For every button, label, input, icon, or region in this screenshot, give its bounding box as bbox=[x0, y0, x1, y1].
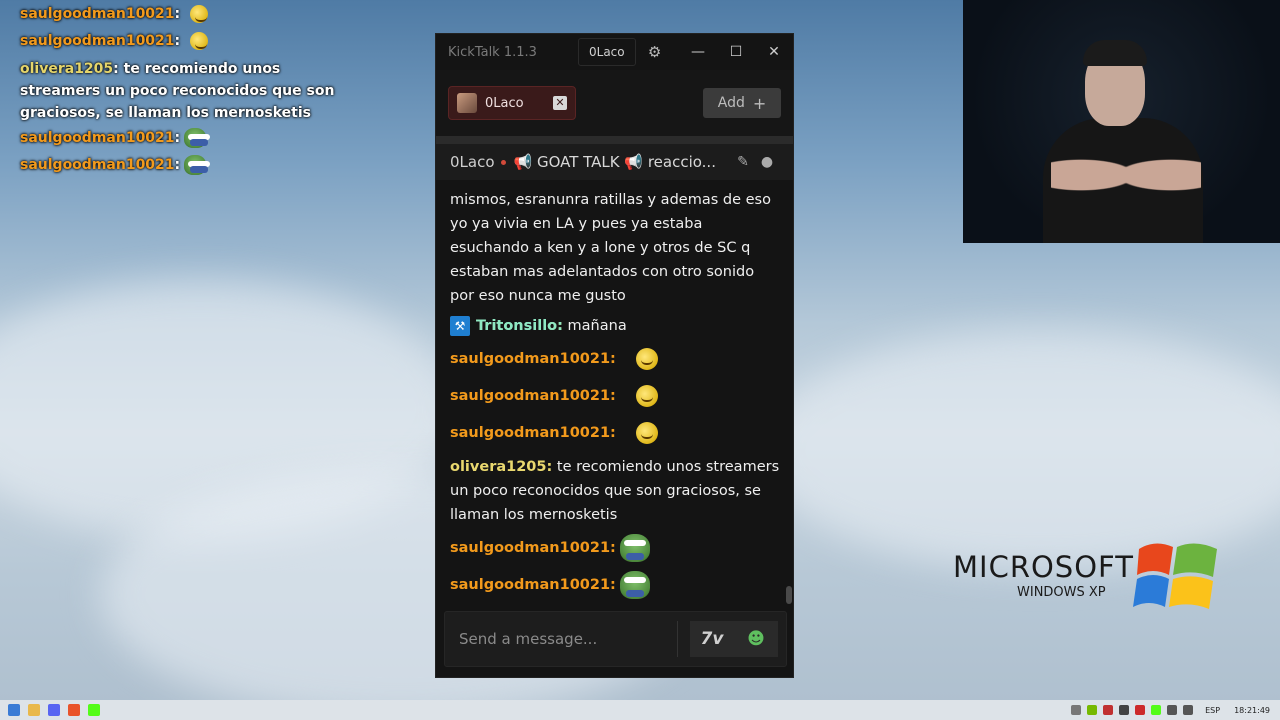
streamer-hair bbox=[1083, 40, 1147, 66]
logo-line-2: WINDOWS XP bbox=[1017, 585, 1106, 600]
message-input-bar: 7v ☻ bbox=[444, 611, 787, 667]
scrollbar-thumb[interactable] bbox=[786, 586, 792, 604]
webcam-feed bbox=[963, 0, 1280, 243]
taskbar: ESP 18:21:49 bbox=[0, 700, 1280, 720]
current-user-button[interactable]: 0Laco bbox=[578, 38, 636, 66]
overlay-chat-line: olivera1205: te recomiendo unos streamer… bbox=[20, 61, 335, 121]
tray-app-icon[interactable] bbox=[1071, 705, 1082, 715]
add-label: Add bbox=[717, 95, 745, 111]
pin-icon[interactable]: ✎ bbox=[731, 154, 755, 170]
tray-app-icon[interactable] bbox=[1151, 705, 1162, 715]
tab-label: 0Laco bbox=[485, 95, 524, 111]
network-icon[interactable] bbox=[1167, 705, 1178, 715]
yellow-smiley-emote bbox=[190, 31, 209, 50]
tray-app-icon[interactable] bbox=[1135, 705, 1146, 715]
chat-message: saulgoodman10021: bbox=[450, 343, 781, 375]
message-username[interactable]: olivera1205: bbox=[450, 459, 552, 475]
pepe-emote bbox=[619, 571, 650, 599]
gear-icon[interactable]: ⚙ bbox=[640, 43, 670, 61]
chat-message: olivera1205: te recomiendo unos streamer… bbox=[450, 455, 781, 527]
seventv-emotes-button[interactable]: 7v bbox=[690, 621, 734, 657]
overlay-username: saulgoodman10021 bbox=[20, 5, 175, 22]
message-text: mañana bbox=[567, 318, 627, 334]
divider bbox=[677, 621, 678, 657]
overlay-username: saulgoodman10021 bbox=[20, 129, 175, 146]
current-user-label: 0Laco bbox=[589, 45, 625, 59]
message-continuation: mismos, esranunra ratillas y ademas de e… bbox=[450, 192, 771, 304]
overlay-chat-line: saulgoodman10021: bbox=[20, 124, 340, 151]
discord-icon[interactable] bbox=[48, 704, 60, 716]
overlay-chat-line: saulgoodman10021: bbox=[20, 27, 340, 54]
chat-message: saulgoodman10021: bbox=[450, 569, 781, 601]
overlay-username: saulgoodman10021 bbox=[20, 32, 175, 49]
title-bar[interactable]: KickTalk 1.1.3 0Laco ⚙ — ☐ ✕ bbox=[436, 34, 793, 70]
pepe-emote bbox=[184, 127, 211, 148]
channel-tabs: 0Laco ✕ Add + bbox=[436, 70, 793, 136]
close-button[interactable]: ✕ bbox=[755, 44, 793, 60]
chat-message: saulgoodman10021: bbox=[450, 532, 781, 564]
yellow-smiley-emote bbox=[635, 348, 658, 370]
stream-title: 📢 GOAT TALK 📢 reaccio... bbox=[513, 153, 716, 171]
channel-name: 0Laco bbox=[450, 153, 495, 171]
file-explorer-icon[interactable] bbox=[28, 704, 40, 716]
message-username[interactable]: saulgoodman10021: bbox=[450, 421, 616, 445]
pepe-emote bbox=[184, 154, 211, 175]
chat-message: ⚒ Tritonsillo: mañana bbox=[450, 314, 781, 338]
brave-browser-icon[interactable] bbox=[68, 704, 80, 716]
chat-messages[interactable]: mismos, esranunra ratillas y ademas de e… bbox=[436, 187, 795, 605]
avatar bbox=[457, 93, 477, 113]
emote-picker-icon[interactable]: ☻ bbox=[734, 621, 778, 657]
maximize-button[interactable]: ☐ bbox=[717, 44, 755, 60]
divider bbox=[436, 136, 793, 144]
plus-icon: + bbox=[752, 93, 767, 113]
pepe-emote bbox=[619, 534, 650, 562]
language-indicator[interactable]: ESP bbox=[1205, 706, 1220, 715]
message-input[interactable] bbox=[445, 612, 677, 666]
yellow-smiley-emote bbox=[190, 4, 209, 23]
message-username[interactable]: saulgoodman10021: bbox=[450, 573, 616, 597]
overlay-username: saulgoodman10021 bbox=[20, 156, 175, 173]
add-channel-button[interactable]: Add + bbox=[703, 88, 781, 118]
yellow-smiley-emote bbox=[635, 422, 658, 444]
channel-header: 0Laco 📢 GOAT TALK 📢 reaccio... ✎ ● bbox=[436, 144, 793, 180]
logo-line-1: MICROSOFT bbox=[953, 550, 1134, 584]
tab-0laco[interactable]: 0Laco ✕ bbox=[448, 86, 576, 120]
overlay-chat-line: saulgoodman10021: bbox=[20, 151, 340, 178]
minimize-button[interactable]: — bbox=[679, 44, 717, 60]
overlay-username: olivera1205 bbox=[20, 61, 114, 77]
yellow-smiley-emote bbox=[635, 385, 658, 407]
window-title: KickTalk 1.1.3 bbox=[448, 44, 537, 60]
tray-app-icon[interactable] bbox=[1103, 705, 1114, 715]
close-tab-icon[interactable]: ✕ bbox=[553, 96, 567, 110]
overlay-chat-line: saulgoodman10021: bbox=[20, 0, 340, 27]
volume-icon[interactable] bbox=[1183, 705, 1194, 715]
nvidia-icon[interactable] bbox=[1087, 705, 1098, 715]
windows-xp-logo: MICROSOFT WINDOWS XP bbox=[953, 535, 1233, 625]
tray-app-icon[interactable] bbox=[1119, 705, 1130, 715]
kicktalk-window: KickTalk 1.1.3 0Laco ⚙ — ☐ ✕ 0Laco ✕ Add… bbox=[435, 33, 794, 678]
kicktalk-icon[interactable] bbox=[88, 704, 100, 716]
hammer-badge-icon: ⚒ bbox=[450, 316, 470, 336]
user-icon[interactable]: ● bbox=[755, 154, 779, 170]
start-windows-icon[interactable] bbox=[8, 704, 20, 716]
message-username[interactable]: saulgoodman10021: bbox=[450, 536, 616, 560]
chat-message: saulgoodman10021: bbox=[450, 417, 781, 449]
system-tray: ESP 18:21:49 bbox=[1065, 700, 1270, 720]
windows-flag-icon bbox=[1133, 543, 1217, 609]
streamer-hands bbox=[1051, 140, 1201, 210]
message-username[interactable]: saulgoodman10021: bbox=[450, 347, 616, 371]
message-username[interactable]: Tritonsillo: bbox=[476, 318, 563, 334]
live-indicator-icon bbox=[500, 159, 506, 165]
message-username[interactable]: saulgoodman10021: bbox=[450, 384, 616, 408]
background-cloud bbox=[760, 330, 1280, 570]
chat-message: saulgoodman10021: bbox=[450, 380, 781, 412]
stream-chat-overlay: saulgoodman10021: saulgoodman10021: oliv… bbox=[20, 0, 340, 178]
clock[interactable]: 18:21:49 bbox=[1234, 706, 1270, 715]
